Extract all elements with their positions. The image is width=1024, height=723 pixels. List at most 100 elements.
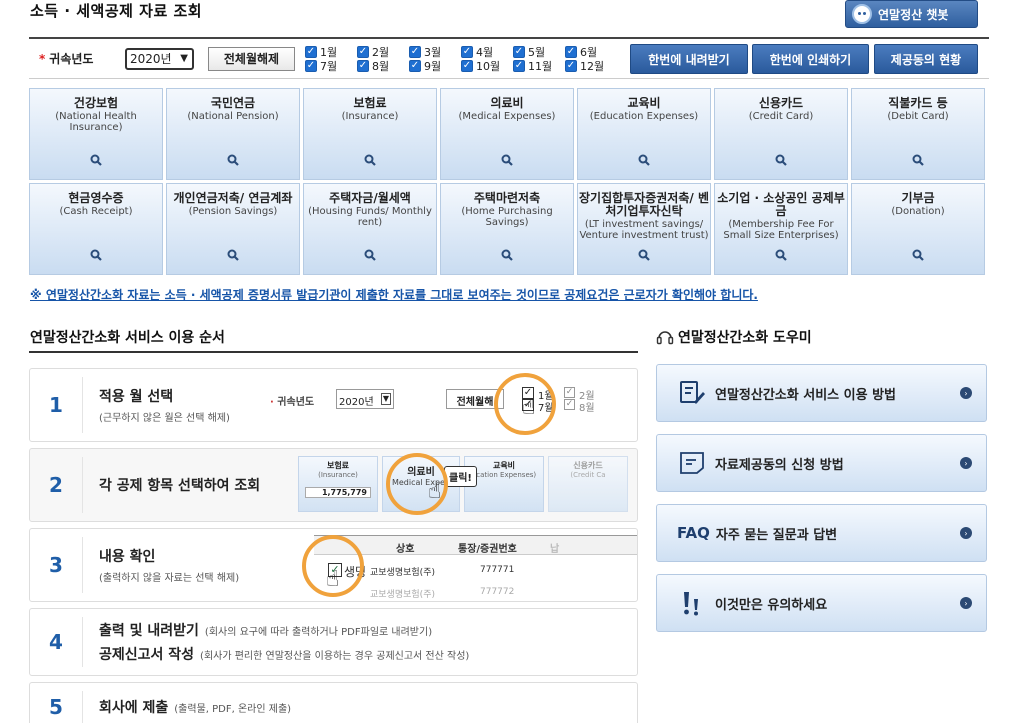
search-icon xyxy=(638,154,650,166)
search-icon xyxy=(501,249,513,261)
click-tooltip: 클릭! xyxy=(444,466,477,487)
chatbot-button[interactable]: 연말정산 챗봇 xyxy=(845,0,978,28)
check-icon: ✓ xyxy=(564,387,575,398)
search-icon xyxy=(775,249,787,261)
help-caution[interactable]: 이것만은 유의하세요 › xyxy=(656,574,987,632)
check-icon: ✓ xyxy=(357,45,369,58)
step-4: 4 출력 및 내려받기 (회사의 요구에 따라 출력하거나 PDF파일로 내려받기… xyxy=(29,608,638,676)
help-consent-guide[interactable]: 자료제공동의 신청 방법 › xyxy=(656,434,987,492)
step-number: 4 xyxy=(49,630,63,654)
month-checkbox-2[interactable]: ✓ 2월 xyxy=(357,45,409,59)
category-tile[interactable]: 소기업 · 소상공인 공제부금 (Membership Fee For Small… xyxy=(714,183,848,275)
help-faq[interactable]: FAQ 자주 묻는 질문과 답변 › xyxy=(656,504,987,562)
step-2-preview: 보험료 (Insurance) 1,775,779 의료비 Medical Ex… xyxy=(298,456,637,516)
category-tile[interactable]: 건강보험 (National Health Insurance) xyxy=(29,88,163,180)
category-english-name: (Donation) xyxy=(891,206,945,217)
category-name: 기부금 xyxy=(901,191,935,205)
category-tile[interactable]: 장기집합투자증권저축/ 벤처기업투자신탁 (LT investment savin… xyxy=(577,183,711,275)
preview-cat-insurance: 보험료 (Insurance) 1,775,779 xyxy=(298,456,378,512)
step-title: 출력 및 내려받기 xyxy=(99,623,199,639)
month-checkbox-8[interactable]: ✓ 8월 xyxy=(357,59,409,73)
step-number: 5 xyxy=(49,695,63,719)
category-name: 신용카드 xyxy=(758,96,804,110)
page-title: 소득 · 세액공제 자료 조회 xyxy=(30,2,203,20)
step-title: 회사에 제출 xyxy=(99,700,169,716)
month-checkbox-12[interactable]: ✓ 12월 xyxy=(565,59,617,73)
notice-link[interactable]: ※ 연말정산간소화 자료는 소득 · 세액공제 증명서류 발급기관이 제출한 자… xyxy=(30,286,758,303)
chevron-right-icon: › xyxy=(960,597,972,609)
search-icon xyxy=(90,249,102,261)
category-tile[interactable]: 보험료 (Insurance) xyxy=(303,88,437,180)
year-select-value: 2020년 xyxy=(130,52,172,66)
category-tile[interactable]: 주택마련저축 (Home Purchasing Savings) xyxy=(440,183,574,275)
category-english-name: (Education Expenses) xyxy=(589,111,699,122)
search-icon xyxy=(227,249,239,261)
category-name: 현금영수증 xyxy=(68,191,124,205)
faq-icon: FAQ xyxy=(677,524,710,542)
month-checkbox-11[interactable]: ✓ 11월 xyxy=(513,59,565,73)
release-all-button[interactable]: 전체월해제 xyxy=(208,46,295,71)
category-english-name: (Home Purchasing Savings) xyxy=(461,206,553,228)
month-checkbox-3[interactable]: ✓ 3월 xyxy=(409,45,461,59)
pointer-hand-icon: ☝ xyxy=(428,479,442,504)
category-tile[interactable]: 신용카드 (Credit Card) xyxy=(714,88,848,180)
category-tile[interactable]: 개인연금저축/ 연금계좌 (Pension Savings) xyxy=(166,183,300,275)
category-english-name: (LT investment savings/ Venture investme… xyxy=(579,219,709,241)
download-all-button[interactable]: 한번에 내려받기 xyxy=(630,44,748,74)
provider-status-button[interactable]: 제공동의 현황 xyxy=(874,44,978,74)
category-tile[interactable]: 국민연금 (National Pension) xyxy=(166,88,300,180)
category-name: 소기업 · 소상공인 공제부금 xyxy=(717,191,845,218)
required-mark: * xyxy=(39,51,46,66)
category-english-name: (Cash Receipt) xyxy=(59,206,133,217)
filter-bar: * 귀속년도 2020년 ▼ 전체월해제 ✓ 1월 ✓ 2월 ✓ 3월 ✓ 4월 ✓ 5월… xyxy=(29,37,989,79)
category-tile[interactable]: 의료비 (Medical Expenses) xyxy=(440,88,574,180)
step-divider xyxy=(82,377,83,433)
category-name: 장기집합투자증권저축/ 벤처기업투자신탁 xyxy=(578,191,709,218)
step-1: 1 적용 월 선택 (근무하지 않은 월은 선택 해제) · 귀속년도 2020… xyxy=(29,368,638,442)
month-checkbox-10[interactable]: ✓ 10월 xyxy=(461,59,513,73)
chevron-right-icon: › xyxy=(960,387,972,399)
month-checkboxes: ✓ 1월 ✓ 2월 ✓ 3월 ✓ 4월 ✓ 5월 ✓ 6월 ✓ 7월 ✓ 8월 ✓ 9월 ✓ 10월… xyxy=(305,45,617,73)
category-tile[interactable]: 주택자금/월세액 (Housing Funds/ Monthly rent) xyxy=(303,183,437,275)
chevron-right-icon: › xyxy=(960,527,972,539)
search-icon xyxy=(501,154,513,166)
search-icon xyxy=(912,154,924,166)
check-icon: ✓ xyxy=(305,59,317,72)
category-english-name: (Medical Expenses) xyxy=(458,111,556,122)
month-checkbox-5[interactable]: ✓ 5월 xyxy=(513,45,565,59)
month-checkbox-4[interactable]: ✓ 4월 xyxy=(461,45,513,59)
month-checkbox-7[interactable]: ✓ 7월 xyxy=(305,59,357,73)
month-checkbox-9[interactable]: ✓ 9월 xyxy=(409,59,461,73)
category-english-name: (Housing Funds/ Monthly rent) xyxy=(308,206,432,228)
guide-pen-icon xyxy=(677,378,707,408)
category-english-name: (Pension Savings) xyxy=(188,206,278,217)
step-divider xyxy=(82,691,83,723)
month-checkbox-1[interactable]: ✓ 1월 xyxy=(305,45,357,59)
category-tile[interactable]: 직불카드 등 (Debit Card) xyxy=(851,88,985,180)
step-3: 3 내용 확인 (출력하지 않을 자료는 선택 해제) 상호 통장/증권번호 납… xyxy=(29,528,638,602)
category-tile[interactable]: 기부금 (Donation) xyxy=(851,183,985,275)
category-tile[interactable]: 교육비 (Education Expenses) xyxy=(577,88,711,180)
category-tile[interactable]: 현금영수증 (Cash Receipt) xyxy=(29,183,163,275)
month-checkbox-6[interactable]: ✓ 6월 xyxy=(565,45,617,59)
step-2: 2 각 공제 항목 선택하여 조회 보험료 (Insurance) 1,775,… xyxy=(29,448,638,522)
preview-cat-credit: 신용카드 (Credit Ca xyxy=(548,456,628,512)
category-name: 국민연금 xyxy=(210,96,256,110)
check-icon: ✓ xyxy=(461,59,473,72)
step-divider xyxy=(82,537,83,593)
check-icon: ✓ xyxy=(565,45,577,58)
print-all-button[interactable]: 한번에 인쇄하기 xyxy=(752,44,869,74)
pointer-hand-icon: ☝ xyxy=(522,395,536,420)
chevron-down-icon: ▼ xyxy=(380,393,391,405)
search-icon xyxy=(638,249,650,261)
search-icon xyxy=(364,154,376,166)
year-label: * 귀속년도 xyxy=(39,50,125,67)
step-title-2: 공제신고서 작성 xyxy=(99,647,195,663)
category-english-name: (National Health Insurance) xyxy=(55,111,137,133)
exclamation-icon xyxy=(677,588,707,618)
chatbot-face-icon xyxy=(852,4,872,24)
help-usage-guide[interactable]: 연말정산간소화 서비스 이용 방법 › xyxy=(656,364,987,422)
category-name: 교육비 xyxy=(627,96,661,110)
search-icon xyxy=(90,154,102,166)
year-select[interactable]: 2020년 ▼ xyxy=(125,47,194,70)
